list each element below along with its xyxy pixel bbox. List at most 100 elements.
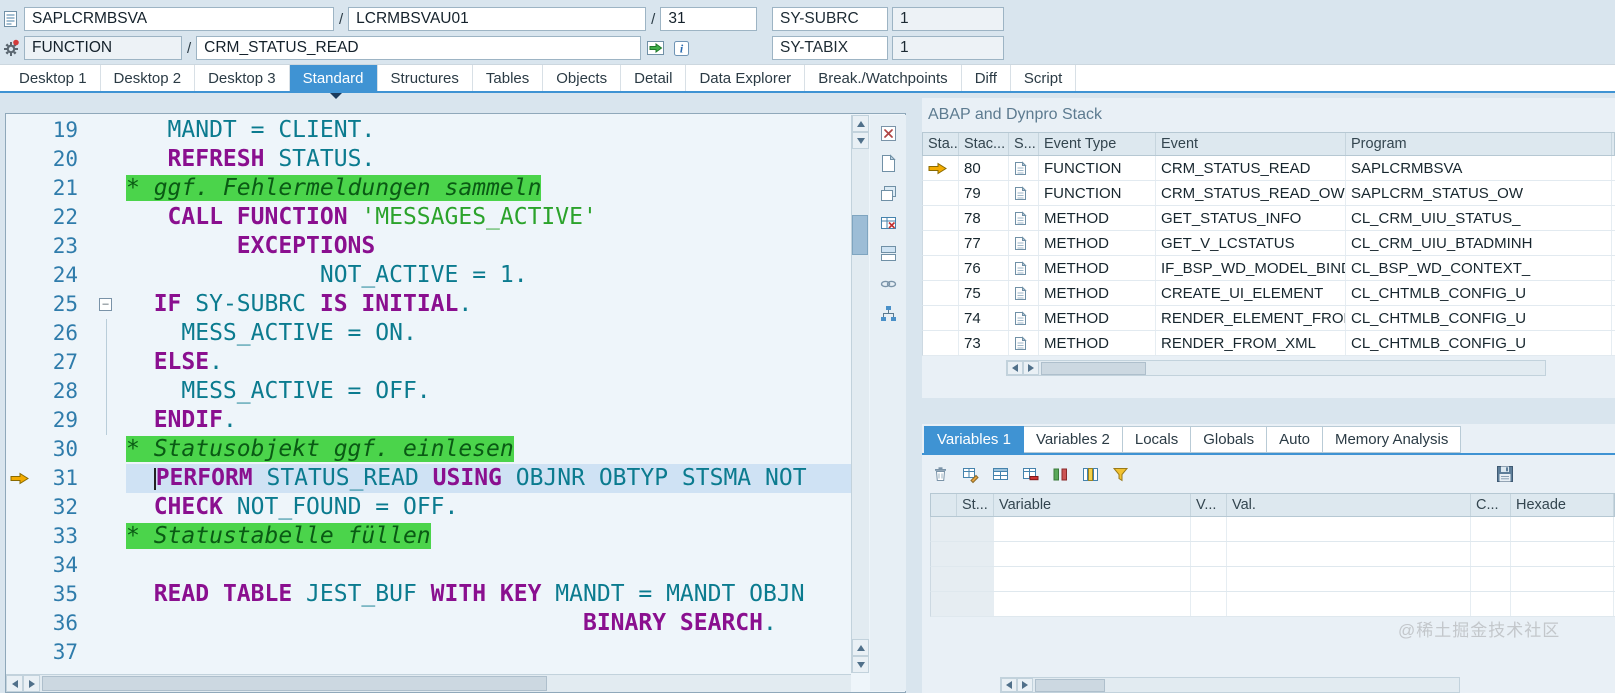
- filter-icon[interactable]: [1110, 464, 1131, 485]
- scroll-down-button[interactable]: [852, 656, 869, 673]
- stack-column-header-s[interactable]: S...: [1009, 133, 1039, 155]
- stack-row-78[interactable]: 78 METHOD GET_STATUS_INFO CL_CRM_UIU_STATUS…: [922, 206, 1615, 231]
- line-number[interactable]: 30: [32, 435, 86, 464]
- gear-icon[interactable]: [0, 38, 22, 58]
- variables-column-header-st[interactable]: St...: [957, 494, 994, 516]
- variables-column-header-v[interactable]: V...: [1191, 494, 1227, 516]
- line-number[interactable]: 28: [32, 377, 86, 406]
- stack-column-header-sta[interactable]: Sta...: [923, 133, 959, 155]
- code-line-25[interactable]: 25– IF SY-SUBRC IS INITIAL.: [6, 290, 851, 319]
- main-program-field[interactable]: SAPLCRMBSVA: [24, 7, 334, 31]
- code-line-26[interactable]: 26 MESS_ACTIVE = ON.: [6, 319, 851, 348]
- line-number-field[interactable]: 31: [660, 7, 758, 31]
- stack-row-79[interactable]: 79 FUNCTION CRM_STATUS_READ_OW SAPLCRM_STAT…: [922, 181, 1615, 206]
- tab-data-explorer[interactable]: Data Explorer: [686, 65, 806, 91]
- stack-row-74[interactable]: 74 METHOD RENDER_ELEMENT_FROM_ CL_CHTMLB_CO…: [922, 306, 1615, 331]
- line-number[interactable]: 29: [32, 406, 86, 435]
- code-line-24[interactable]: 24 NOT_ACTIVE = 1.: [6, 261, 851, 290]
- code-line-37[interactable]: 37: [6, 638, 851, 667]
- stack-column-header-event[interactable]: Event: [1156, 133, 1346, 155]
- tab-tables[interactable]: Tables: [473, 65, 544, 91]
- tab-objects[interactable]: Objects: [543, 65, 622, 91]
- variables-column-header-c[interactable]: C...: [1471, 494, 1511, 516]
- tab-auto[interactable]: Auto: [1267, 426, 1323, 453]
- code-line-30[interactable]: 30 * Statusobjekt ggf. einlesen: [6, 435, 851, 464]
- scroll-left-button[interactable]: [6, 675, 23, 692]
- scroll-left-button[interactable]: [1001, 678, 1017, 692]
- code-line-19[interactable]: 19 MANDT = CLIENT.: [6, 116, 851, 145]
- stack-row-80[interactable]: 80 FUNCTION CRM_STATUS_READ SAPLCRMBSVA: [922, 156, 1615, 181]
- code-line-21[interactable]: 21 * ggf. Fehlermeldungen sammeln: [6, 174, 851, 203]
- link-icon[interactable]: [877, 272, 899, 294]
- scroll-right-button[interactable]: [23, 675, 40, 692]
- line-number[interactable]: 35: [32, 580, 86, 609]
- tab-memory-analysis[interactable]: Memory Analysis: [1322, 426, 1462, 453]
- delete-selection-icon[interactable]: [1020, 464, 1041, 485]
- horizontal-scroll-thumb[interactable]: [1041, 361, 1146, 375]
- tab-standard[interactable]: Standard: [289, 65, 378, 91]
- stack-row-77[interactable]: 77 METHOD GET_V_LCSTATUS CL_CRM_UIU_BTADMIN…: [922, 231, 1615, 256]
- tab-desktop-3[interactable]: Desktop 3: [195, 65, 290, 91]
- code-line-27[interactable]: 27 ELSE.: [6, 348, 851, 377]
- vertical-scroll-thumb[interactable]: [852, 215, 868, 255]
- variables-horizontal-scrollbar[interactable]: [1000, 677, 1460, 693]
- code-line-28[interactable]: 28 MESS_ACTIVE = OFF.: [6, 377, 851, 406]
- stack-column-header-stac[interactable]: Stac...: [959, 133, 1009, 155]
- tab-desktop-1[interactable]: Desktop 1: [6, 65, 101, 91]
- variable-row-empty[interactable]: [930, 517, 1615, 542]
- variable-row-empty[interactable]: [930, 567, 1615, 592]
- stack-row-75[interactable]: 75 METHOD CREATE_UI_ELEMENT CL_CHTMLB_CONFI…: [922, 281, 1615, 306]
- code-line-20[interactable]: 20 REFRESH STATUS.: [6, 145, 851, 174]
- scroll-right-button[interactable]: [1017, 678, 1033, 692]
- line-number[interactable]: 26: [32, 319, 86, 348]
- scroll-up-button[interactable]: [852, 115, 869, 132]
- variables-column-header-hexade[interactable]: Hexade: [1511, 494, 1614, 516]
- code-line-36[interactable]: 36 BINARY SEARCH.: [6, 609, 851, 638]
- stack-row-73[interactable]: 73 METHOD RENDER_FROM_XML CL_CHTMLB_CONFIG_…: [922, 331, 1615, 356]
- stack-column-header-program[interactable]: Program: [1346, 133, 1612, 155]
- line-number[interactable]: 21: [32, 174, 86, 203]
- code-line-33[interactable]: 33 * Statustabelle füllen: [6, 522, 851, 551]
- code-line-32[interactable]: 32 CHECK NOT_FOUND = OFF.: [6, 493, 851, 522]
- tab-break-watchpoints[interactable]: Break./Watchpoints: [805, 65, 962, 91]
- sort-columns-icon[interactable]: [1050, 464, 1071, 485]
- line-number[interactable]: 27: [32, 348, 86, 377]
- line-number[interactable]: 25: [32, 290, 86, 319]
- edit-table-icon[interactable]: [960, 464, 981, 485]
- code-line-22[interactable]: 22 CALL FUNCTION 'MESSAGES_ACTIVE': [6, 203, 851, 232]
- scroll-down-button[interactable]: [852, 132, 869, 149]
- line-number[interactable]: 36: [32, 609, 86, 638]
- column-config-icon[interactable]: [1080, 464, 1101, 485]
- line-number[interactable]: 37: [32, 638, 86, 667]
- event-name-field[interactable]: CRM_STATUS_READ: [196, 36, 642, 60]
- navigate-to-source-icon[interactable]: [644, 37, 667, 59]
- code-line-34[interactable]: 34: [6, 551, 851, 580]
- split-view-icon[interactable]: [877, 242, 899, 264]
- cascade-icon[interactable]: [877, 182, 899, 204]
- line-number[interactable]: 22: [32, 203, 86, 232]
- editor-vertical-scrollbar[interactable]: [851, 115, 869, 673]
- tab-script[interactable]: Script: [1011, 65, 1077, 91]
- horizontal-scroll-thumb[interactable]: [42, 676, 547, 691]
- code-line-31[interactable]: 31 PERFORM STATUS_READ USING OBJNR OBTYP…: [6, 464, 851, 493]
- code-line-35[interactable]: 35 READ TABLE JEST_BUF WITH KEY MANDT = …: [6, 580, 851, 609]
- editor-horizontal-scrollbar[interactable]: [6, 674, 851, 692]
- stack-horizontal-scrollbar[interactable]: [1006, 360, 1546, 376]
- stack-column-header-event-type[interactable]: Event Type: [1039, 133, 1156, 155]
- tab-globals[interactable]: Globals: [1191, 426, 1268, 453]
- fold-collapse-icon[interactable]: –: [99, 298, 112, 311]
- variable-row-empty[interactable]: [930, 592, 1615, 617]
- horizontal-scroll-thumb[interactable]: [1035, 678, 1105, 692]
- new-page-icon[interactable]: [877, 152, 899, 174]
- line-number[interactable]: 34: [32, 551, 86, 580]
- line-number[interactable]: 32: [32, 493, 86, 522]
- include-field[interactable]: LCRMBSVAU01: [348, 7, 647, 31]
- tab-desktop-2[interactable]: Desktop 2: [101, 65, 196, 91]
- tab-diff[interactable]: Diff: [962, 65, 1011, 91]
- code-line-23[interactable]: 23 EXCEPTIONS: [6, 232, 851, 261]
- info-icon[interactable]: i: [670, 37, 693, 59]
- hierarchy-icon[interactable]: [877, 302, 899, 324]
- tab-structures[interactable]: Structures: [378, 65, 473, 91]
- stack-row-76[interactable]: 76 METHOD IF_BSP_WD_MODEL_BINDI CL_BSP_WD_C…: [922, 256, 1615, 281]
- line-number[interactable]: 19: [32, 116, 86, 145]
